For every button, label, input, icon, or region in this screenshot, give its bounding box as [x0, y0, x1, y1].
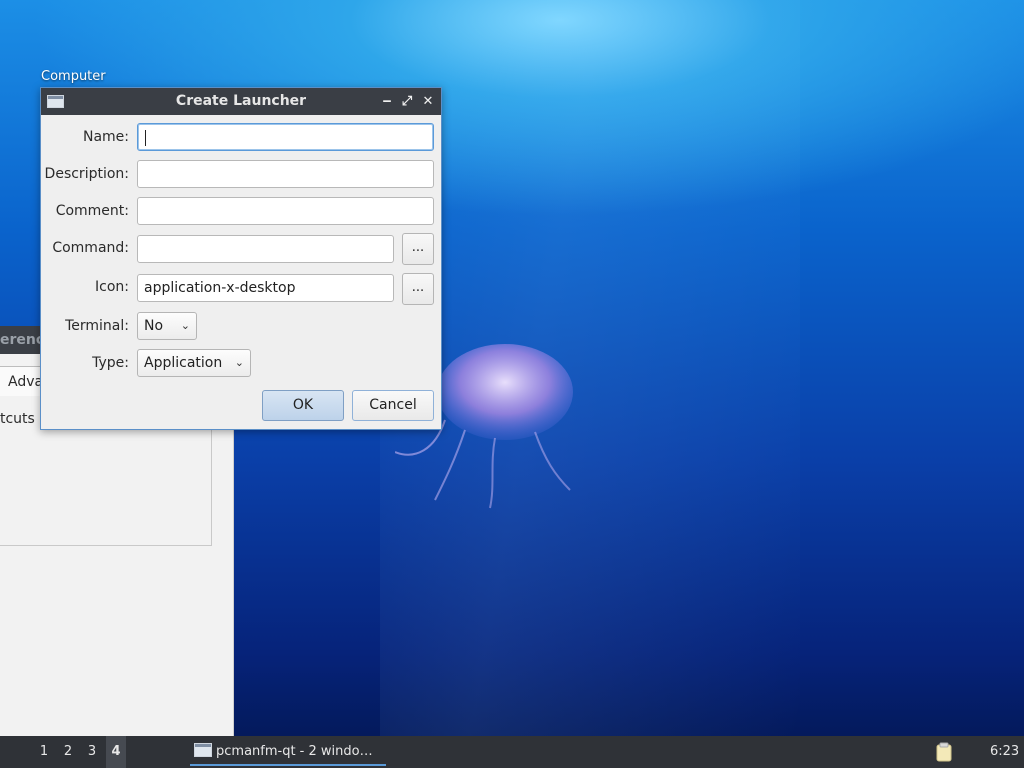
chevron-down-icon: ⌄ [234, 356, 244, 369]
command-browse-button[interactable]: ... [402, 233, 434, 265]
workspace-3-button[interactable]: 3 [82, 736, 102, 768]
command-input[interactable] [137, 235, 394, 263]
type-select-value: Application [144, 355, 223, 371]
name-input[interactable] [137, 123, 434, 151]
icon-input[interactable] [137, 274, 394, 302]
command-label: Command: [52, 240, 129, 256]
type-label: Type: [92, 355, 129, 371]
description-input[interactable] [137, 160, 434, 188]
type-select[interactable]: Application ⌄ [137, 349, 251, 377]
create-launcher-dialog: Create Launcher ‒ ⤢ ✕ Name: Description:… [40, 87, 442, 430]
desktop-icon-computer-label[interactable]: Computer [41, 69, 106, 84]
task-label: pcmanfm-qt - 2 windo… [216, 744, 373, 759]
text-caret [145, 130, 146, 146]
background-window-tab-advanced[interactable]: Adva [0, 366, 44, 396]
chevron-down-icon: ⌄ [180, 319, 190, 332]
workspace-2-button[interactable]: 2 [58, 736, 78, 768]
minimize-icon[interactable]: ‒ [377, 88, 397, 115]
taskbar-task-pcmanfm[interactable]: pcmanfm-qt - 2 windo… [190, 738, 386, 766]
workspace-4-button[interactable]: 4 [106, 736, 126, 768]
icon-browse-button[interactable]: ... [402, 273, 434, 305]
comment-label: Comment: [55, 203, 129, 219]
terminal-select[interactable]: No ⌄ [137, 312, 197, 340]
terminal-select-value: No [144, 318, 164, 334]
description-label: Description: [44, 166, 129, 182]
comment-input[interactable] [137, 197, 434, 225]
close-icon[interactable]: ✕ [418, 88, 438, 115]
terminal-label: Terminal: [65, 318, 129, 334]
icon-label: Icon: [95, 279, 129, 295]
maximize-icon[interactable]: ⤢ [397, 88, 417, 115]
background-window-shortcuts-label: tcuts [0, 411, 35, 427]
cancel-button[interactable]: Cancel [352, 390, 434, 421]
dialog-titlebar[interactable]: Create Launcher ‒ ⤢ ✕ [41, 88, 441, 115]
clipboard-icon[interactable] [934, 742, 954, 762]
taskbar: 1 2 3 4 pcmanfm-qt - 2 windo… 6:23 [0, 736, 1024, 768]
workspace-1-button[interactable]: 1 [34, 736, 54, 768]
window-icon [194, 743, 212, 757]
name-label: Name: [82, 129, 129, 145]
clock[interactable]: 6:23 [990, 736, 1019, 768]
ok-button[interactable]: OK [262, 390, 344, 421]
